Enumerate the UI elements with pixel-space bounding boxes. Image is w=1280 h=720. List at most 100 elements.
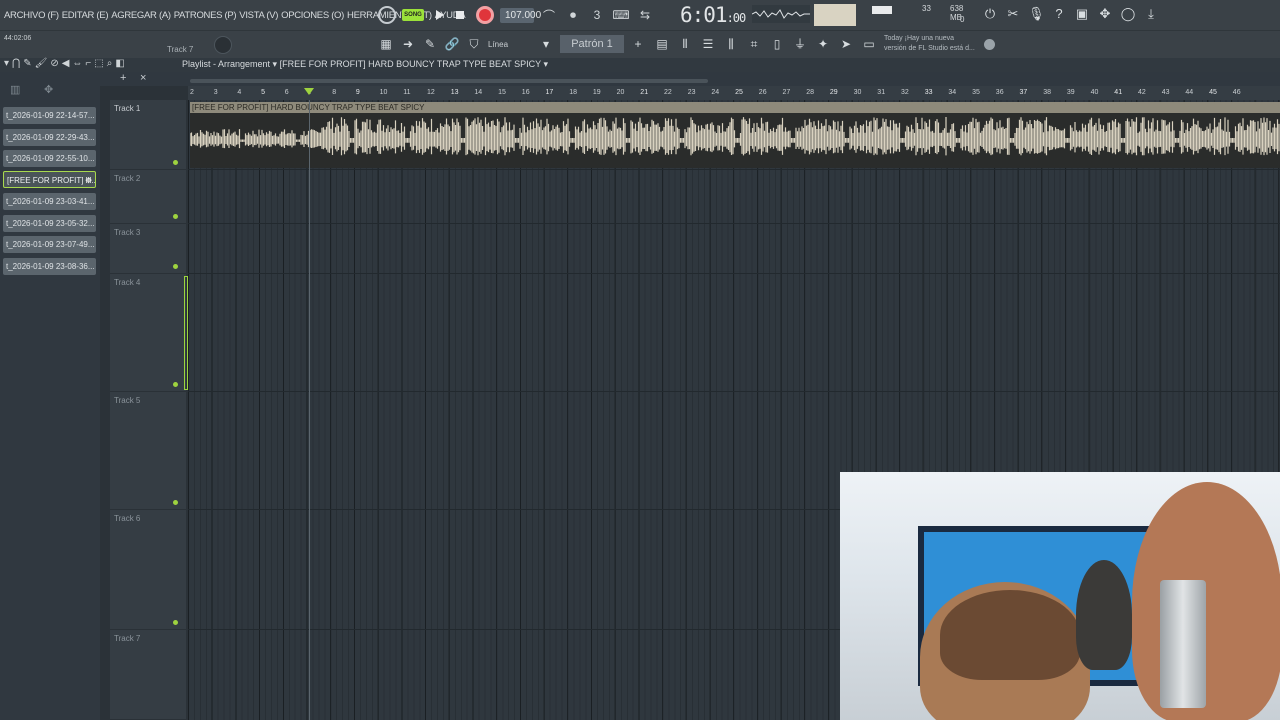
current-track-label: Track 7 (167, 45, 194, 54)
mixer-icon[interactable]: ⫴ (676, 35, 694, 53)
menu-editar[interactable]: EDITAR (E) (62, 10, 109, 21)
track-header[interactable]: Track 1 (110, 100, 186, 170)
channel-rack-icon[interactable]: ☰ (699, 35, 717, 53)
metronome-icon[interactable]: ⌒ (540, 7, 558, 24)
slip-tool-icon[interactable]: ⇔ (72, 58, 82, 69)
add-pattern-icon[interactable]: + (630, 35, 646, 53)
track-enable-led[interactable] (173, 160, 178, 165)
track-enable-led[interactable] (173, 214, 178, 219)
stop-button[interactable] (456, 11, 464, 19)
zoom-tool-icon[interactable]: ⌕ (107, 58, 113, 69)
eq-icon[interactable]: ⫼ (722, 35, 740, 53)
browser-icon[interactable]: ⌗ (745, 35, 763, 53)
chat-icon[interactable]: ◯ (1120, 5, 1136, 23)
track-header[interactable]: Track 7 (110, 630, 186, 720)
microphone-icon[interactable]: 🎙 (1028, 5, 1045, 23)
track-enable-led[interactable] (173, 500, 178, 505)
select-tool-icon[interactable]: ⬚ (94, 58, 103, 69)
track-header[interactable]: Track 3 (110, 224, 186, 274)
globe-icon[interactable] (984, 39, 995, 50)
magnet-icon[interactable]: ⋂ (12, 58, 20, 69)
cart-icon[interactable]: ▭ (860, 35, 878, 53)
clip-item[interactable]: t_2026-01-09 23-08-36... (3, 258, 96, 275)
clip-item[interactable]: t_2026-01-09 22-55-10... (3, 150, 96, 167)
ruler-bar-number: 28 (806, 89, 814, 96)
track-header[interactable]: Track 2 (110, 170, 186, 224)
download-icon[interactable]: ⤓ (1143, 5, 1159, 23)
breadcrumb[interactable]: Playlist - Arrangement (182, 59, 270, 69)
arrow-right-icon[interactable]: ➜ (400, 35, 416, 53)
dropdown-icon[interactable]: ▾ (538, 35, 554, 53)
clip-item[interactable]: t_2026-01-09 23-07-49... (3, 236, 96, 253)
delete-tool-icon[interactable]: ⊘ (50, 58, 58, 69)
tumbler-cup (1160, 580, 1206, 708)
close-icon[interactable]: × (140, 72, 146, 84)
clip-item[interactable]: t_2026-01-09 23-05-32... (3, 215, 96, 232)
track-enable-led[interactable] (173, 382, 178, 387)
play-button[interactable] (436, 10, 444, 20)
oscilloscope (751, 5, 810, 23)
horizontal-scrollbar[interactable] (190, 79, 708, 83)
menu-archivo[interactable]: ARCHIVO (F) (4, 10, 59, 21)
panel-move-icon[interactable]: ✥ (44, 83, 53, 96)
menu-patrones[interactable]: PATRONES (P) (174, 10, 237, 21)
save-icon[interactable]: ▣ (1074, 5, 1090, 23)
clip-item[interactable]: t_2026-01-09 22-14-57... (3, 107, 96, 124)
track-enable-led[interactable] (173, 620, 178, 625)
tempo-display[interactable]: 107.000 (500, 7, 541, 23)
move-icon[interactable]: ✥ (85, 172, 92, 187)
time-main: 6:01 (680, 3, 728, 27)
panel-menu-icon[interactable]: ▥ (10, 83, 20, 96)
news-line-2: versión de FL Studio está d... (884, 45, 975, 52)
options-arrow-icon[interactable]: ▾ (4, 58, 9, 69)
track-enable-led[interactable] (173, 264, 178, 269)
track-header[interactable]: Track 4 (110, 274, 186, 392)
help-icon[interactable]: ? (1051, 5, 1067, 23)
track-name: Track 4 (114, 278, 141, 287)
audio-clip[interactable]: [FREE FOR PROFIT] HARD BOUNCY TRAP TYPE … (190, 102, 1280, 168)
step-edit-icon[interactable]: ⌨ (612, 8, 630, 22)
blend-notes-icon[interactable]: ⇆ (636, 8, 654, 22)
wait-input-icon[interactable]: ⏺ (564, 8, 582, 23)
countdown-icon[interactable]: 3 (588, 8, 606, 22)
pencil-icon[interactable]: ✎ (422, 35, 438, 53)
draw-tool-icon[interactable]: ✎ (23, 58, 31, 69)
slice-tool-icon[interactable]: ⌐ (85, 58, 91, 69)
menu-agregar[interactable]: AGREGAR (A) (111, 10, 171, 21)
playhead-marker[interactable] (304, 88, 314, 95)
mute-tool-icon[interactable]: ◀ (62, 58, 70, 69)
track-header[interactable]: Track 6 (110, 510, 186, 630)
playback-tool-icon[interactable]: ◧ (115, 58, 124, 69)
current-clip-name[interactable]: [FREE FOR PROFIT] HARD BOUNCY TRAP TYPE … (280, 59, 541, 69)
elapsed-info: 44:02:06 (4, 34, 31, 44)
menu-vista[interactable]: VISTA (V) (239, 10, 278, 21)
clip-item-selected[interactable]: [FREE FOR PROFIT] H... ✥ (3, 171, 96, 188)
cut-icon[interactable]: ✂ (1005, 5, 1021, 23)
pattern-selector[interactable]: Patrón 1 (560, 35, 624, 53)
power-icon[interactable]: ⏻ (982, 5, 998, 23)
plugin-icon[interactable]: ✥ (1097, 5, 1113, 23)
ruler-bar-number: 39 (1066, 89, 1075, 96)
clip-item[interactable]: t_2026-01-09 22-29-43... (3, 129, 96, 146)
clip-item[interactable]: t_2026-01-09 23-03-41... (3, 193, 96, 210)
file-icon[interactable]: ▯ (768, 35, 786, 53)
add-track-icon[interactable]: + (120, 72, 126, 84)
plug-icon[interactable]: ⏚ (791, 35, 809, 53)
volume-knob[interactable] (214, 36, 232, 54)
track-header[interactable]: Track 5 (110, 392, 186, 510)
menu-opciones[interactable]: OPCIONES (O) (281, 10, 344, 21)
song-position-display[interactable]: 6:01:00 (680, 3, 746, 27)
song-mode-button[interactable]: SONG (402, 9, 424, 21)
loop-record-icon[interactable] (378, 6, 396, 24)
export-icon[interactable]: ➤ (837, 35, 855, 53)
playlist-window-icon[interactable]: ▤ (653, 35, 671, 53)
paint-tool-icon[interactable]: 🖌 (35, 58, 48, 69)
record-button[interactable] (476, 6, 494, 24)
piano-roll-icon[interactable]: ▦ (378, 35, 394, 53)
tuning-icon[interactable]: ✦ (814, 35, 832, 53)
snap-select[interactable]: Línea (488, 40, 532, 49)
stamp-icon[interactable]: ⛉ (466, 35, 482, 53)
timeline-ruler[interactable]: 2 3 4 5 6 7 8 9 10 11 12 13 14 15 16 17 18 19 20 21 22 23 24 25… (188, 86, 1280, 100)
news-panel[interactable]: Today ¡Hay una nueva versión de FL Studi… (884, 34, 975, 54)
link-icon[interactable]: 🔗 (444, 35, 460, 53)
